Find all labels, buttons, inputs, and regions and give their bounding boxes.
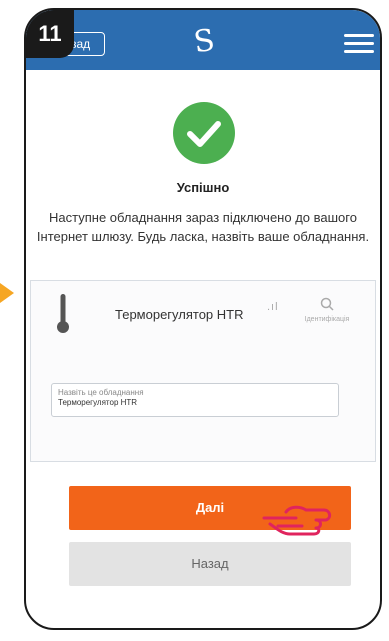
success-title: Успішно — [176, 180, 230, 195]
device-name-field-label: Назвіть це обладнання — [58, 388, 144, 397]
device-name: Терморегулятор HTR — [115, 307, 244, 322]
app-header: Назад S — [26, 10, 380, 70]
device-name-field[interactable]: Назвіть це обладнання Терморегулятор HTR — [51, 383, 339, 417]
back-button[interactable]: Назад — [69, 542, 351, 586]
pointing-hand-icon — [262, 505, 332, 536]
success-check-icon — [173, 102, 235, 164]
device-name-input[interactable]: Терморегулятор HTR — [58, 398, 332, 407]
success-message: Наступне обладнання зараз підключено до … — [36, 210, 370, 244]
identify-button[interactable]: Ідентифікація — [299, 297, 355, 325]
hamburger-menu-icon[interactable] — [344, 34, 374, 58]
device-card: Терморегулятор HTR .ıl Ідентифікація Наз… — [30, 280, 376, 462]
step-number-badge: 11 — [26, 10, 74, 58]
search-icon — [320, 297, 334, 311]
pointer-arrow-icon — [0, 283, 14, 303]
phone-frame: Назад S Успішно Наступне обладнання зара… — [24, 8, 382, 630]
thermometer-icon — [57, 294, 69, 333]
app-logo: S — [191, 22, 217, 61]
signal-strength-icon: .ıl — [267, 301, 279, 313]
identify-label: Ідентифікація — [304, 316, 350, 323]
